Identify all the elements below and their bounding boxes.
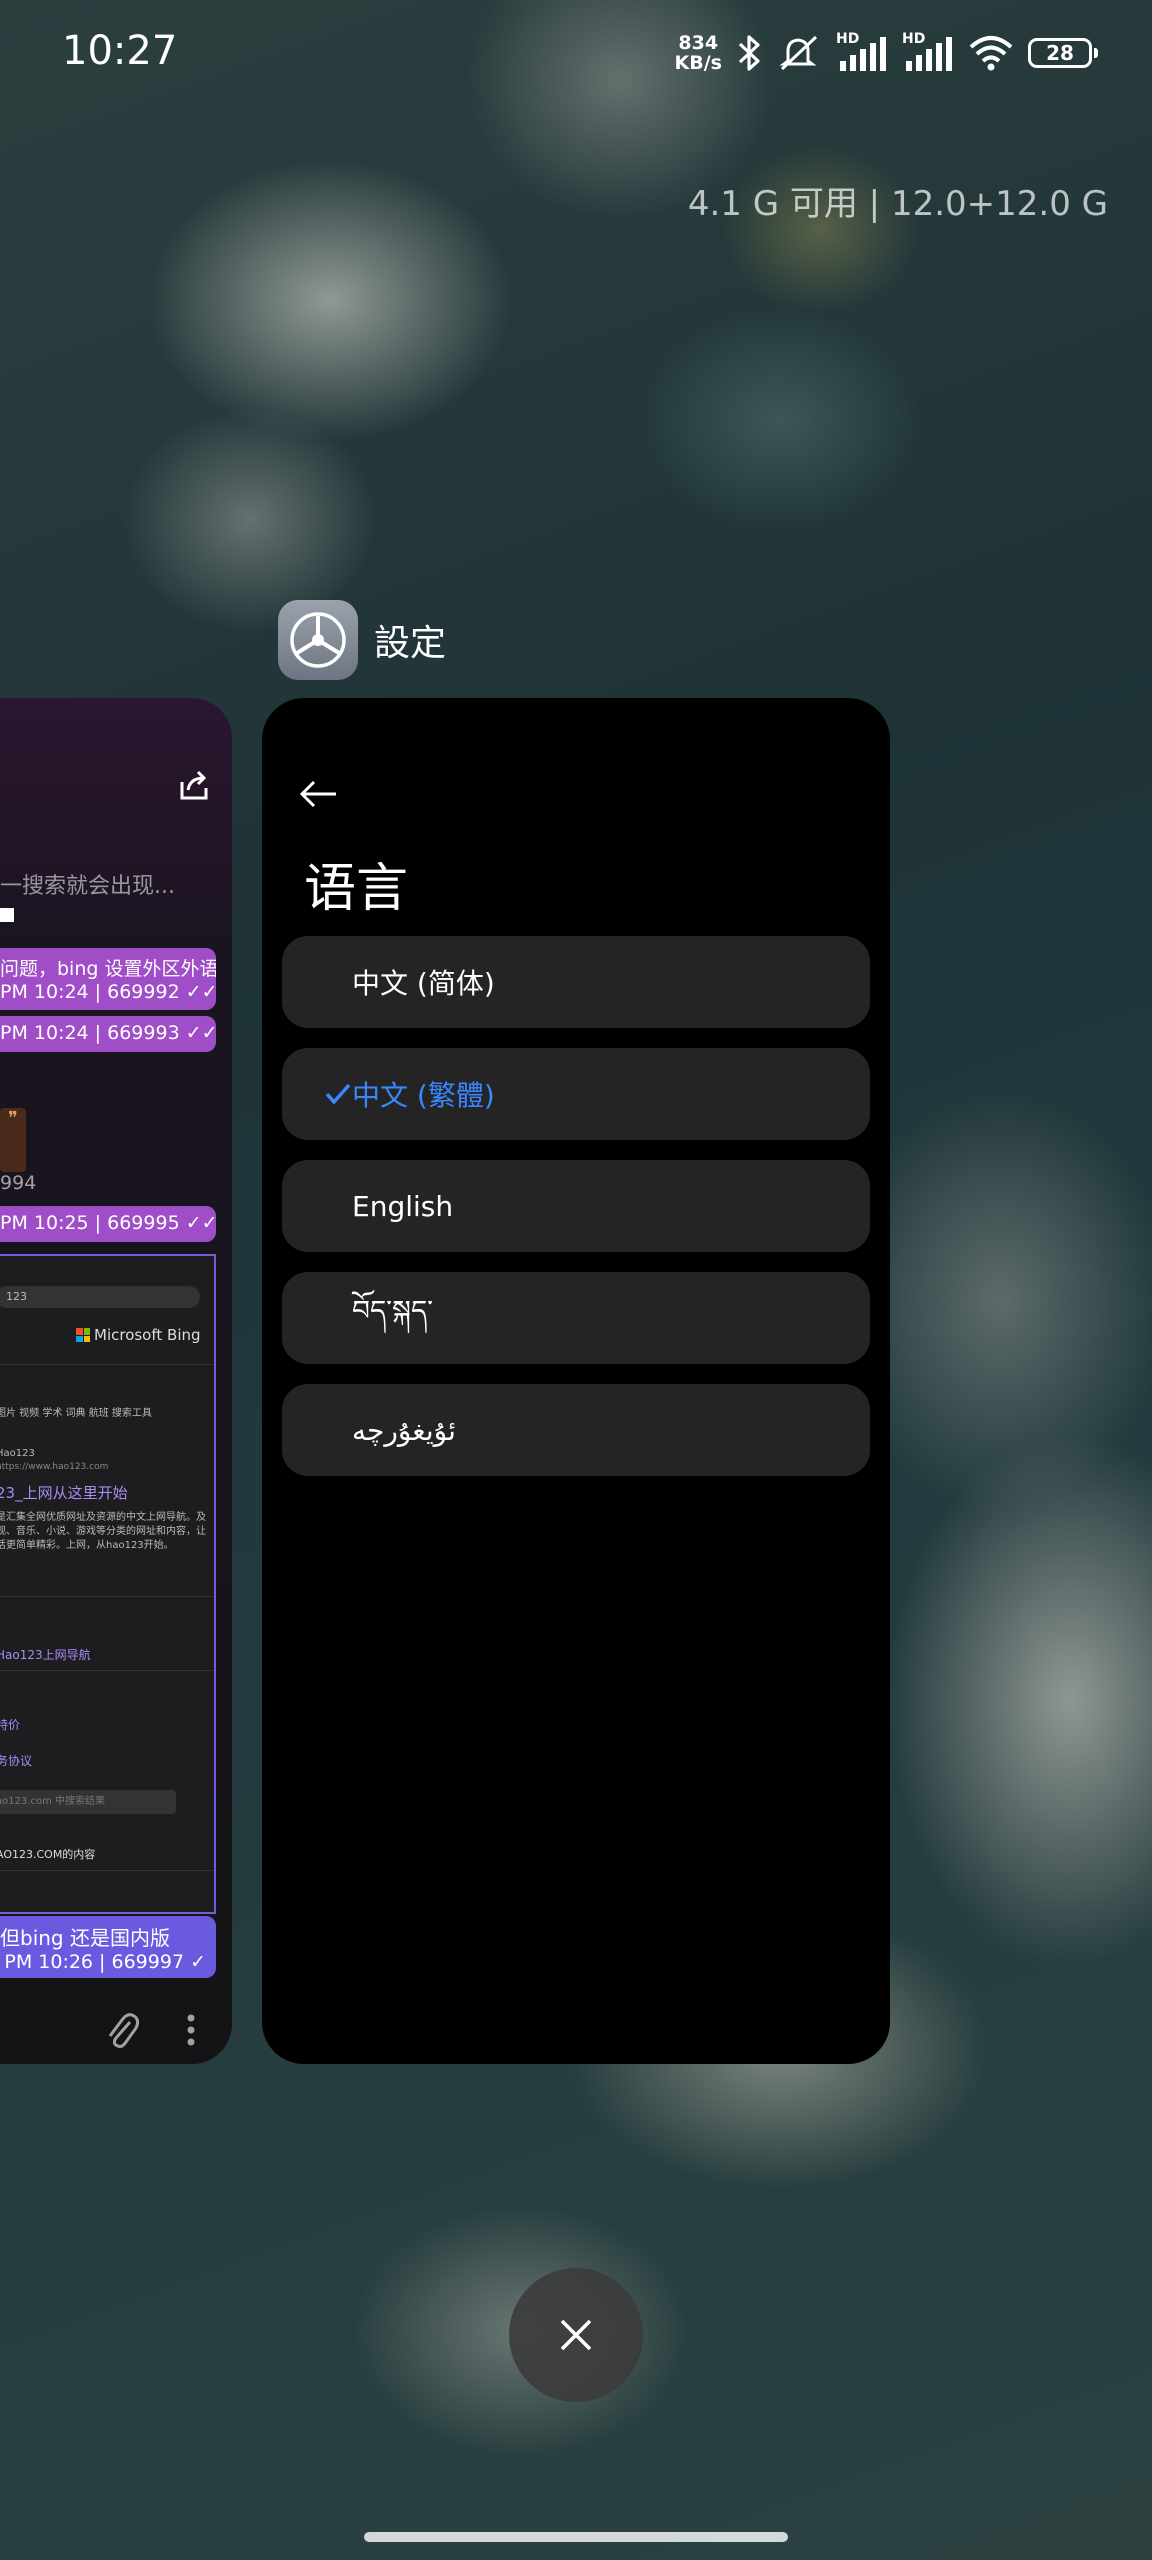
language-option-tibetan[interactable]: བོད་སྐད་ xyxy=(282,1272,870,1364)
shot-site-name: Hao123 xyxy=(0,1448,35,1459)
settings-gear-icon xyxy=(278,600,358,680)
chat-cursor xyxy=(0,908,14,922)
chat-message[interactable]: PM 10:25 | 669995 ✓✓ xyxy=(0,1206,216,1242)
chat-message[interactable]: 问题，bing 设置外区外语 PM 10:24 | 669992 ✓✓ xyxy=(0,948,216,1010)
recent-app-card-settings[interactable]: 语言 中文 (简体) 中文 (繁體) English བོད་སྐད་ ئۇيغ… xyxy=(262,698,890,2064)
more-dots-icon[interactable] xyxy=(186,2012,196,2048)
wifi-icon xyxy=(969,36,1013,71)
language-label: བོད་སྐད་ xyxy=(352,1293,434,1327)
chat-message-meta: PM 10:26 | 669997 ✓ xyxy=(4,1951,206,1973)
shot-snippet: 活更简单精彩。上网，从hao123开始。 xyxy=(0,1540,174,1551)
clear-all-button[interactable] xyxy=(509,2268,643,2402)
signal-icon-2: HD xyxy=(902,31,954,73)
signal-icon-1: HD xyxy=(836,31,888,73)
shot-snippet: 视、音乐、小说、游戏等分类的网址和内容，让 xyxy=(0,1526,206,1537)
chat-search-hint: 一搜索就会出现... xyxy=(0,874,175,899)
battery-level: 28 xyxy=(1046,41,1074,65)
share-icon[interactable] xyxy=(176,768,212,804)
shot-link: Hao123上网导航 xyxy=(0,1648,91,1662)
divider xyxy=(0,1670,214,1671)
paperclip-icon[interactable] xyxy=(102,2008,142,2052)
divider xyxy=(0,1596,214,1597)
back-arrow-icon xyxy=(299,780,336,808)
language-option-zh-hans[interactable]: 中文 (简体) xyxy=(282,936,870,1028)
home-indicator[interactable] xyxy=(364,2532,788,2542)
chat-message-text: 问题，bing 设置外区外语 xyxy=(0,958,216,980)
mute-icon xyxy=(779,35,818,71)
chat-message-text: 但bing 还是国内版 xyxy=(0,1926,170,1950)
page-title: 语言 xyxy=(304,859,409,919)
recent-app-card-chat[interactable]: 一搜索就会出现... 问题，bing 设置外区外语 PM 10:24 | 669… xyxy=(0,698,232,2064)
net-speed-value: 834 xyxy=(678,32,719,54)
chat-input-bar xyxy=(0,1998,232,2064)
language-label: English xyxy=(352,1189,454,1223)
net-speed-unit: KB/s xyxy=(674,52,722,74)
microsoft-logo-icon xyxy=(76,1328,90,1342)
language-option-english[interactable]: English xyxy=(282,1160,870,1252)
shot-snippet: 是汇集全网优质网址及资源的中文上网导航。及 xyxy=(0,1512,206,1523)
shot-link: 务协议 xyxy=(0,1754,33,1768)
memory-info: 4.1 G 可用 | 12.0+12.0 G xyxy=(687,184,1108,224)
shot-filters: 图片 视频 学术 词典 航班 搜索工具 xyxy=(0,1408,152,1419)
shot-bing-label: Microsoft Bing xyxy=(94,1326,201,1344)
chat-message-meta: PM 10:24 | 669992 ✓✓ xyxy=(0,981,216,1003)
bluetooth-icon xyxy=(738,35,760,71)
shot-bing-logo: Microsoft Bing xyxy=(76,1326,201,1344)
chat-message-meta: PM 10:25 | 669995 ✓✓ xyxy=(0,1212,216,1234)
chat-message-meta: PM 10:24 | 669993 ✓✓ xyxy=(0,1022,216,1044)
shot-result-title: 23_上网从这里开始 xyxy=(0,1484,128,1502)
language-label: 中文 (繁體) xyxy=(352,1079,495,1112)
chat-screenshot-image[interactable]: 123 Microsoft Bing 图片 视频 学术 词典 航班 搜索工具 H… xyxy=(0,1254,216,1914)
recent-app-label[interactable]: 設定 xyxy=(278,600,446,680)
back-button[interactable] xyxy=(298,770,358,818)
language-option-zh-hant[interactable]: 中文 (繁體) xyxy=(282,1048,870,1140)
recent-app-name: 設定 xyxy=(374,623,447,664)
status-time: 10:27 xyxy=(62,28,178,74)
check-icon xyxy=(325,1083,351,1105)
shot-search-bar: 123 xyxy=(0,1286,200,1308)
quote-thumbnail: ❞ xyxy=(0,1108,26,1172)
divider xyxy=(0,1364,214,1365)
divider xyxy=(0,1870,214,1871)
language-option-uyghur[interactable]: ئۇيغۇرچە xyxy=(282,1384,870,1476)
chat-message[interactable]: PM 10:24 | 669993 ✓✓ xyxy=(0,1016,216,1052)
status-bar: 10:27 834 KB/s HD HD 28 xyxy=(0,0,1152,110)
language-label: ئۇيغۇرچە xyxy=(352,1413,456,1447)
net-speed: 834 KB/s xyxy=(675,33,722,73)
shot-site-url: https://www.hao123.com xyxy=(0,1462,109,1472)
status-icons: 834 KB/s HD HD 28 xyxy=(675,28,1098,78)
recents-screen: 10:27 834 KB/s HD HD 28 4.1 G 可用 | 12.0+… xyxy=(0,0,1152,2560)
chat-number-fragment: 994 xyxy=(0,1172,37,1194)
shot-search-box: ao123.com 中搜索结果 xyxy=(0,1790,176,1814)
shot-footer: AO123.COM的内容 xyxy=(0,1848,96,1861)
shot-link: 特价 xyxy=(0,1718,21,1732)
close-icon xyxy=(560,2319,592,2351)
battery-icon: 28 xyxy=(1028,38,1098,68)
chat-message[interactable]: 但bing 还是国内版 PM 10:26 | 669997 ✓ xyxy=(0,1916,216,1978)
language-label: 中文 (简体) xyxy=(352,967,495,1000)
